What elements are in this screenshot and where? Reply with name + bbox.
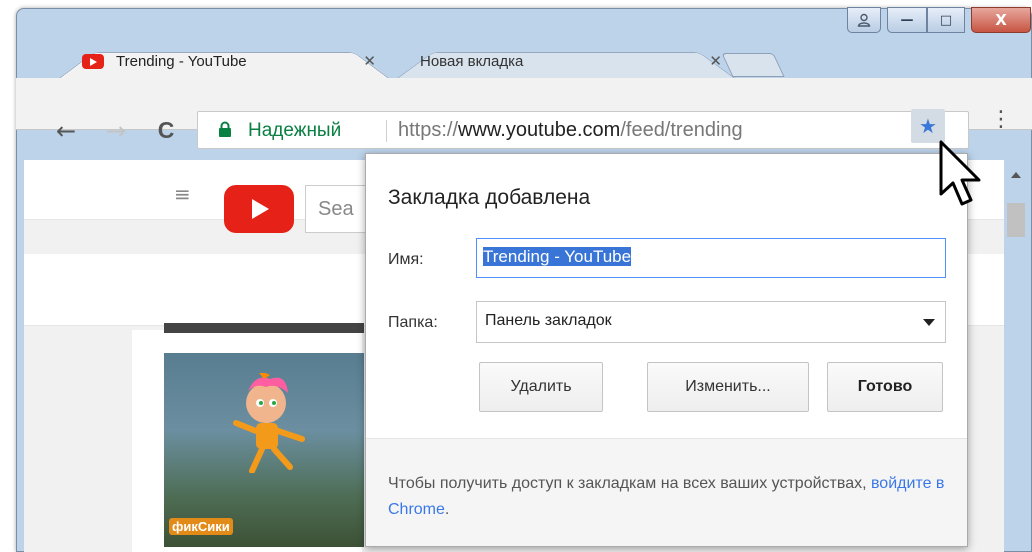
address-divider — [386, 120, 387, 142]
tab-content: Новая вкладка ✕ — [420, 52, 722, 70]
tab-title: Новая вкладка — [420, 52, 524, 70]
reload-button[interactable]: C — [150, 114, 182, 146]
address-bar[interactable]: Надежный https://www.youtube.com/feed/tr… — [197, 111, 969, 149]
video-thumbnail-top[interactable] — [164, 323, 364, 333]
user-profile-button[interactable] — [847, 7, 881, 33]
promo-text-end: . — [444, 501, 450, 518]
dialog-title: Закладка добавлена — [388, 186, 591, 209]
video-thumbnail[interactable]: фикСики — [164, 353, 364, 547]
youtube-icon — [82, 53, 104, 69]
more-vertical-icon: ⋮ — [990, 107, 1012, 132]
maximize-icon: □ — [939, 12, 953, 28]
folder-select-value: Панель закладок — [485, 312, 612, 329]
close-icon: X — [995, 11, 1007, 29]
tab-close-icon[interactable]: ✕ — [363, 52, 376, 70]
close-window-button[interactable]: X — [971, 7, 1031, 33]
forward-button[interactable]: → — [100, 115, 132, 147]
name-label: Имя: — [388, 251, 424, 268]
remove-button[interactable]: Удалить — [479, 362, 603, 412]
url-path: /feed/trending — [620, 119, 743, 141]
chrome-menu-button[interactable]: ⋮ — [990, 109, 1012, 131]
bookmark-name-input[interactable]: Trending - YouTube — [476, 238, 946, 278]
bookmark-name-value: Trending - YouTube — [483, 247, 632, 266]
edit-button[interactable]: Изменить... — [647, 362, 809, 412]
tab-close-icon[interactable]: ✕ — [709, 52, 722, 70]
mouse-cursor-icon — [939, 140, 981, 206]
done-button[interactable]: Готово — [827, 362, 943, 412]
bookmark-added-dialog: Закладка добавлена Имя: Trending - YouTu… — [365, 153, 968, 547]
minimize-button[interactable]: — — [887, 7, 927, 33]
tab-new-tab[interactable]: Новая вкладка ✕ — [396, 43, 736, 79]
youtube-logo[interactable] — [224, 185, 294, 233]
sign-in-promo-text: Чтобы получить доступ к закладкам на все… — [388, 471, 948, 523]
folder-label: Папка: — [388, 314, 438, 331]
scrollbar-thumb[interactable] — [1007, 203, 1025, 237]
tab-content: Trending - YouTube ✕ — [82, 52, 376, 70]
url-scheme: https:// — [398, 119, 459, 141]
thumbnail-logo: фикСики — [169, 518, 233, 535]
maximize-button[interactable]: □ — [927, 7, 965, 33]
hamburger-menu-icon[interactable]: ≡ — [174, 182, 191, 206]
minimize-icon: — — [900, 12, 914, 28]
new-tab-shape — [721, 53, 785, 77]
star-icon: ★ — [919, 114, 937, 138]
folder-select[interactable]: Панель закладок — [476, 301, 946, 343]
url-text: https://www.youtube.com/feed/trending — [398, 119, 743, 142]
scroll-up-arrow-icon[interactable] — [1011, 172, 1021, 178]
new-tab-button[interactable] — [721, 53, 785, 77]
window-controls: — □ X — [847, 7, 1031, 37]
dropdown-arrow-icon — [923, 319, 935, 326]
user-icon — [857, 13, 871, 27]
url-host: www.youtube.com — [458, 119, 621, 141]
tab-title: Trending - YouTube — [116, 52, 247, 70]
lock-icon — [219, 121, 231, 137]
promo-text: Чтобы получить доступ к закладкам на все… — [388, 475, 871, 492]
tab-youtube-trending[interactable]: Trending - YouTube ✕ — [58, 43, 390, 79]
secure-label: Надежный — [248, 120, 342, 141]
cartoon-character-illustration — [233, 373, 305, 473]
back-button[interactable]: ← — [50, 115, 82, 147]
